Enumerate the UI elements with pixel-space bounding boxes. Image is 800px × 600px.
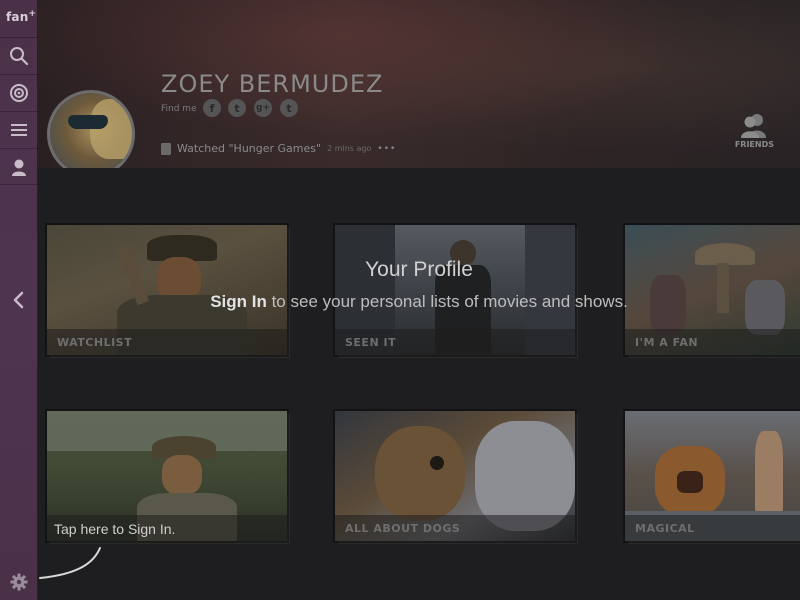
profile-header xyxy=(38,0,800,168)
avatar-hair xyxy=(90,99,132,159)
sidebar: fan+ xyxy=(0,0,38,600)
activity-time: 2 mins ago xyxy=(327,144,372,153)
list-card-label: ALL ABOUT DOGS xyxy=(335,515,575,541)
overlay-title: Your Profile xyxy=(365,258,473,281)
list-card-label: I'M A FAN xyxy=(625,329,800,355)
sidebar-target-button[interactable] xyxy=(0,74,38,111)
sidebar-menu-button[interactable] xyxy=(0,111,38,148)
person-icon xyxy=(12,159,26,176)
google-plus-icon[interactable]: g+ xyxy=(254,99,272,117)
overlay-subtitle: Sign In to see your personal lists of mo… xyxy=(38,292,800,312)
search-icon xyxy=(10,47,29,66)
sign-in-link[interactable]: Sign In xyxy=(210,292,267,311)
list-card-magical[interactable]: MAGICAL xyxy=(625,411,800,541)
list-card-all-about-dogs[interactable]: ALL ABOUT DOGS xyxy=(335,411,575,541)
friends-button[interactable]: FRIENDS xyxy=(735,112,774,149)
list-card-label: SEEN IT xyxy=(335,329,575,355)
facebook-icon[interactable]: f xyxy=(203,99,221,117)
list-icon xyxy=(11,124,27,136)
app-logo[interactable]: fan+ xyxy=(6,9,36,24)
chevron-left-icon xyxy=(13,291,24,308)
overlay-subtitle-text: to see your personal lists of movies and… xyxy=(266,292,628,311)
sidebar-search-button[interactable] xyxy=(0,37,38,74)
recent-activity[interactable]: Watched "Hunger Games" 2 mins ago ••• xyxy=(161,142,396,155)
list-card-label: MAGICAL xyxy=(625,515,800,541)
hint-arrow xyxy=(39,547,101,579)
find-me-label: Find me xyxy=(161,104,197,114)
list-card-seen-it[interactable]: SEEN IT xyxy=(335,225,575,355)
tumblr-icon[interactable]: t xyxy=(280,99,298,117)
avatar[interactable] xyxy=(47,90,135,178)
activity-text: Watched "Hunger Games" xyxy=(177,142,322,155)
tap-to-sign-in-hint: Tap here to Sign In. xyxy=(54,521,176,537)
friends-label: FRIENDS xyxy=(734,140,774,149)
sidebar-profile-button[interactable] xyxy=(0,148,38,185)
sidebar-collapse-button[interactable] xyxy=(0,281,38,318)
film-icon xyxy=(161,142,171,155)
profile-name: ZOEY BERMUDEZ xyxy=(161,70,384,98)
logo-plus: + xyxy=(28,9,37,19)
avatar-glasses xyxy=(68,115,108,129)
list-card-im-a-fan[interactable]: I'M A FAN xyxy=(625,225,800,355)
friends-icon xyxy=(741,114,767,138)
settings-button[interactable] xyxy=(0,563,38,600)
activity-more[interactable]: ••• xyxy=(377,144,396,154)
list-card-watchlist[interactable]: WATCHLIST xyxy=(47,225,287,355)
logo-text: fan xyxy=(6,10,29,24)
list-card-label: WATCHLIST xyxy=(47,329,287,355)
twitter-icon[interactable]: t xyxy=(228,99,246,117)
target-icon xyxy=(10,84,28,102)
gear-icon xyxy=(10,573,28,590)
